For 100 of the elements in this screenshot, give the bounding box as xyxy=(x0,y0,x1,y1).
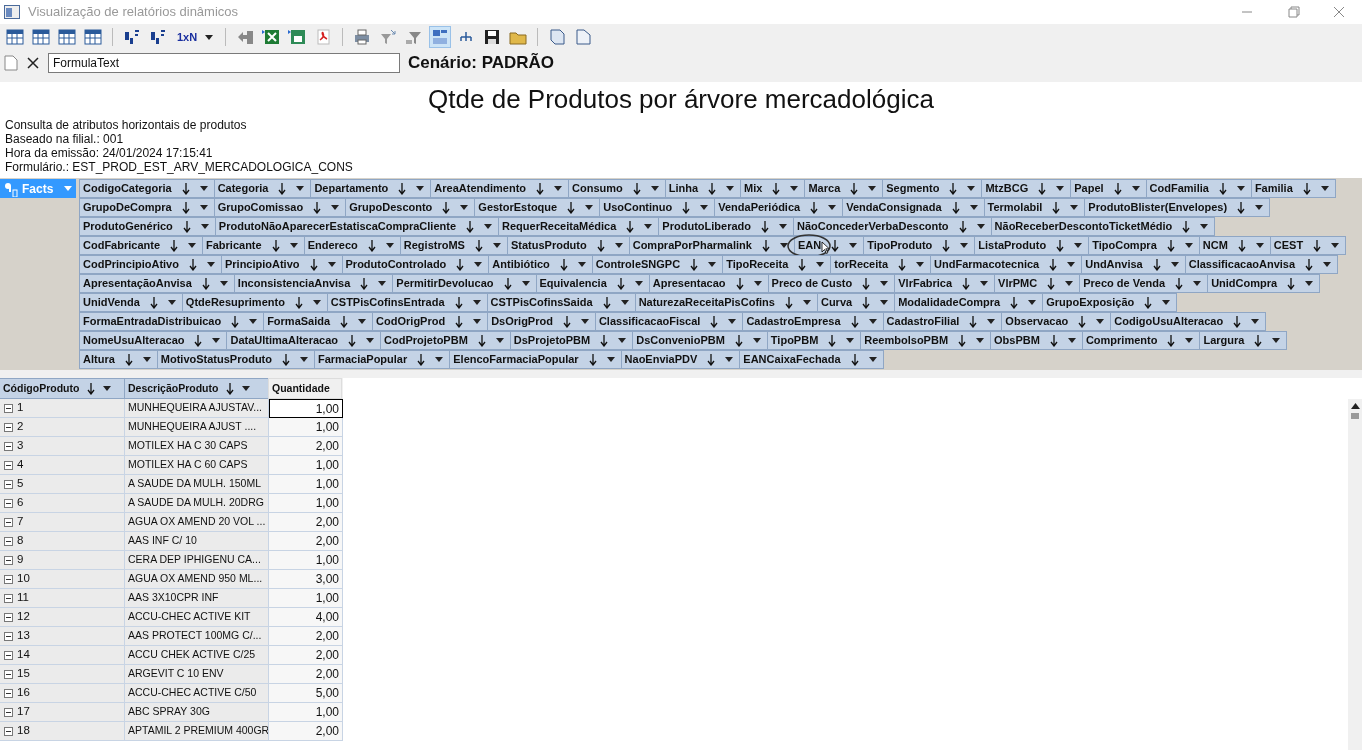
field-chip[interactable]: GrupoComissao xyxy=(213,198,347,217)
toolbar-button[interactable] xyxy=(82,26,104,48)
table-cell[interactable]: 1,00 xyxy=(269,399,343,418)
field-chip[interactable]: DsProjetoPBM xyxy=(509,331,634,350)
field-chip[interactable]: Familia xyxy=(1250,179,1336,198)
field-chip[interactable]: DsOrigProd xyxy=(487,312,596,331)
field-chip[interactable]: FarmaciaPopular xyxy=(314,350,451,369)
field-chip[interactable]: RequerReceitaMédica xyxy=(498,217,660,236)
field-chip[interactable]: CSTPisCofinsEntrada xyxy=(326,293,488,312)
field-chip[interactable]: CodigoUsuAlteracao xyxy=(1110,312,1267,331)
field-chip[interactable]: CSTPisCofinsSaida xyxy=(486,293,636,312)
field-chip[interactable]: Mix xyxy=(740,179,806,198)
collapse-icon[interactable] xyxy=(4,517,13,527)
field-chip[interactable]: Antibiótico xyxy=(488,255,593,274)
collapse-icon[interactable] xyxy=(4,631,13,641)
field-chip[interactable]: Segmento xyxy=(882,179,983,198)
field-chip[interactable]: CodPrincipioAtivo xyxy=(79,255,222,274)
field-chip[interactable]: ProdutoControlado xyxy=(341,255,490,274)
collapse-icon[interactable] xyxy=(4,726,13,736)
field-chip[interactable]: UnidCompra xyxy=(1207,274,1321,293)
table-cell[interactable]: 5,00 xyxy=(269,684,343,703)
field-chip[interactable]: Papel xyxy=(1070,179,1147,198)
field-chip[interactable]: Consumo xyxy=(568,179,666,198)
field-chip[interactable]: FormaSaida xyxy=(263,312,374,331)
field-chip[interactable]: Categoria xyxy=(213,179,312,198)
field-chip[interactable]: VlrPMC xyxy=(994,274,1081,293)
collapse-icon[interactable] xyxy=(4,650,13,660)
field-chip[interactable]: CEST xyxy=(1269,236,1347,255)
field-chip[interactable]: NomeUsuAlteracao xyxy=(79,331,228,350)
field-chip[interactable]: PrincipioAtivo xyxy=(220,255,343,274)
field-chip[interactable]: Marca xyxy=(804,179,884,198)
field-chip[interactable]: CadastroFilial xyxy=(882,312,1003,331)
field-chip[interactable]: NaoEnviaPDV xyxy=(620,350,741,369)
table-cell[interactable]: 1,00 xyxy=(269,551,343,570)
collapse-icon[interactable] xyxy=(4,707,13,717)
toolbar-button[interactable] xyxy=(56,26,78,48)
table-cell[interactable]: 2,00 xyxy=(269,437,343,456)
field-chip[interactable]: Fabricante xyxy=(202,236,305,255)
field-chip[interactable]: UnidVenda xyxy=(79,293,183,312)
field-chip[interactable]: InconsistenciaAnvisa xyxy=(233,274,394,293)
table-cell[interactable]: 3,00 xyxy=(269,570,343,589)
field-chip[interactable]: Preco de Custo xyxy=(767,274,896,293)
table-cell[interactable]: 1,00 xyxy=(269,589,343,608)
scrollbar[interactable] xyxy=(1348,399,1362,750)
table-cell[interactable]: 2,00 xyxy=(269,513,343,532)
toolbar-button[interactable] xyxy=(30,26,52,48)
collapse-icon[interactable] xyxy=(4,574,13,584)
collapse-icon[interactable] xyxy=(4,593,13,603)
field-chip[interactable]: Endereco xyxy=(303,236,401,255)
field-chip[interactable]: VendaConsignada xyxy=(842,198,985,217)
field-chip[interactable]: Linha xyxy=(664,179,742,198)
field-chip[interactable]: ProdutoBlister(Envelopes) xyxy=(1084,198,1271,217)
field-chip[interactable]: GestorEstoque xyxy=(474,198,601,217)
field-chip[interactable]: Preco de Venda xyxy=(1079,274,1209,293)
table-cell[interactable]: 2,00 xyxy=(269,532,343,551)
field-chip[interactable]: ReembolsoPBM xyxy=(860,331,992,350)
field-chip[interactable]: FormaEntradaDistribuicao xyxy=(79,312,265,331)
field-chip[interactable]: UsoContinuo xyxy=(599,198,716,217)
collapse-icon[interactable] xyxy=(4,441,13,451)
field-chip[interactable]: CodOrigProd xyxy=(372,312,489,331)
column-header[interactable]: CódigoProduto xyxy=(0,378,125,399)
field-chip[interactable]: NãoConcederVerbaDesconto xyxy=(792,217,992,236)
field-chip[interactable]: Altura xyxy=(79,350,158,369)
field-chip[interactable]: MotivoStatusProduto xyxy=(156,350,315,369)
field-chip[interactable]: TipoPBM xyxy=(766,331,862,350)
table-cell[interactable]: 2,00 xyxy=(269,722,343,741)
table-cell[interactable]: 1,00 xyxy=(269,475,343,494)
field-chip[interactable]: ProdutoNãoAparecerEstatiscaCompraCliente xyxy=(214,217,500,236)
field-chip[interactable]: torReceita xyxy=(830,255,932,274)
field-chip[interactable]: UndFarmacotecnica xyxy=(930,255,1083,274)
field-chip[interactable]: NãoReceberDescontoTicketMédio xyxy=(990,217,1216,236)
table-cell[interactable]: 1,00 xyxy=(269,456,343,475)
field-chip[interactable]: ApresentaçãoAnvisa xyxy=(79,274,235,293)
field-chip[interactable]: RegistroMS xyxy=(399,236,508,255)
field-chip[interactable]: NCM xyxy=(1198,236,1271,255)
field-chip[interactable]: CodProjetoPBM xyxy=(380,331,511,350)
field-chip[interactable]: ControleSNGPC xyxy=(591,255,724,274)
field-chip[interactable]: Observacao xyxy=(1001,312,1112,331)
field-chip[interactable]: GrupoDeCompra xyxy=(79,198,215,217)
field-chip[interactable]: Curva xyxy=(816,293,896,312)
collapse-icon[interactable] xyxy=(4,612,13,622)
collapse-icon[interactable] xyxy=(4,555,13,565)
field-chip[interactable]: TipoProduto xyxy=(863,236,976,255)
collapse-icon[interactable] xyxy=(4,669,13,679)
column-header[interactable]: Quantidade xyxy=(268,378,342,399)
field-chip[interactable]: TipoReceita xyxy=(722,255,832,274)
field-chip[interactable]: NaturezaReceitaPisCofins xyxy=(634,293,818,312)
column-header[interactable]: DescriçãoProduto xyxy=(124,378,269,399)
scroll-thumb[interactable] xyxy=(1351,413,1359,419)
field-chip[interactable]: StatusProduto xyxy=(506,236,630,255)
field-chip[interactable]: Apresentacao xyxy=(648,274,769,293)
field-chip[interactable]: CodFamilia xyxy=(1145,179,1252,198)
field-chip[interactable]: AreaAtendimento xyxy=(430,179,570,198)
field-chip[interactable]: ProdutoLiberado xyxy=(658,217,794,236)
table-cell[interactable]: 1,00 xyxy=(269,494,343,513)
field-chip[interactable]: GrupoDesconto xyxy=(345,198,476,217)
collapse-icon[interactable] xyxy=(4,460,13,470)
field-chip[interactable]: DataUltimaAlteracao xyxy=(226,331,382,350)
field-chip[interactable]: CadastroEmpresa xyxy=(742,312,884,331)
table-cell[interactable]: 2,00 xyxy=(269,665,343,684)
